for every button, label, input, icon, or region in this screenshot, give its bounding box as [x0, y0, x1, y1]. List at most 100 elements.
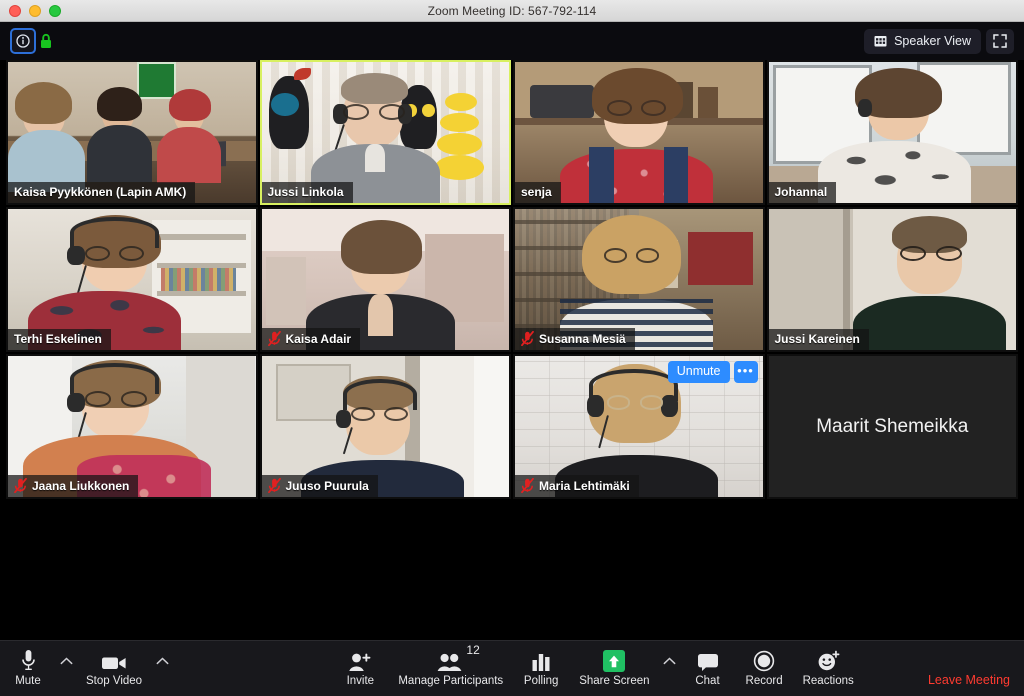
- audio-options-button[interactable]: [56, 641, 76, 696]
- participant-tile[interactable]: Kaisa Adair: [259, 207, 511, 352]
- participant-name-badge: Juuso Puurula: [261, 475, 378, 497]
- grid-view-icon: [874, 35, 887, 46]
- participant-tile[interactable]: Jaana Liukkonen: [6, 354, 258, 499]
- chevron-up-icon: [663, 656, 676, 664]
- participant-name-label: Juuso Puurula: [285, 478, 369, 493]
- speech-bubble-icon: [697, 648, 719, 672]
- muted-microphone-icon: [521, 331, 534, 346]
- fullscreen-button[interactable]: [986, 28, 1014, 54]
- muted-indicator: [521, 331, 534, 346]
- muted-indicator: [521, 478, 534, 493]
- share-options-button[interactable]: [660, 641, 680, 696]
- unmute-participant-button[interactable]: Unmute: [667, 361, 730, 383]
- participant-name-badge: Kaisa Adair: [261, 328, 361, 350]
- reactions-label: Reactions: [802, 675, 854, 688]
- participant-name-badge: Kaisa Pyykkönen (Lapin AMK): [8, 182, 196, 203]
- manage-participants-label: Manage Participants: [398, 675, 504, 688]
- share-screen-label: Share Screen: [579, 675, 650, 688]
- microphone-icon: [20, 648, 37, 672]
- polling-button[interactable]: Polling: [513, 641, 569, 696]
- participant-name-label: Johannal: [774, 185, 828, 199]
- muted-microphone-icon: [14, 478, 27, 493]
- participant-name-label: Maria Lehtimäki: [539, 478, 630, 493]
- participant-tile[interactable]: Maarit Shemeikka: [766, 354, 1018, 499]
- zoom-meeting-window: Zoom Meeting ID: 567-792-114 Speaker Vie…: [0, 0, 1024, 696]
- muted-indicator: [267, 331, 281, 346]
- maximize-window-button[interactable]: [49, 4, 61, 17]
- share-screen-button[interactable]: Share Screen: [569, 641, 659, 696]
- participant-name-badge: Jaana Liukkonen: [8, 475, 139, 497]
- speaker-view-label: Speaker View: [894, 34, 971, 48]
- participant-name-badge: Jussi Kareinen: [768, 329, 869, 350]
- participant-tile[interactable]: Kaisa Pyykkönen (Lapin AMK): [6, 60, 258, 205]
- participant-grid: Kaisa Pyykkönen (Lapin AMK) Jussi Linkol…: [6, 60, 1018, 499]
- video-stage: Kaisa Pyykkönen (Lapin AMK) Jussi Linkol…: [0, 60, 1024, 640]
- bar-chart-icon: [531, 648, 551, 672]
- participant-name-badge: senja: [515, 182, 561, 203]
- participant-name-badge: Terhi Eskelinen: [8, 329, 111, 350]
- participant-tile[interactable]: Johannal: [766, 60, 1018, 205]
- participant-tile[interactable]: Jussi Kareinen: [766, 207, 1018, 352]
- record-button[interactable]: Record: [736, 641, 793, 696]
- smiley-plus-icon: [817, 648, 840, 672]
- mute-button[interactable]: Mute: [0, 641, 56, 696]
- speaker-view-button[interactable]: Speaker View: [864, 28, 981, 54]
- muted-indicator: [14, 478, 27, 493]
- participant-name-label: Jussi Linkola: [267, 185, 344, 199]
- muted-microphone-icon: [521, 478, 534, 493]
- muted-microphone-icon: [267, 478, 281, 493]
- participant-name-label: Kaisa Adair: [285, 331, 352, 346]
- reactions-button[interactable]: Reactions: [793, 641, 864, 696]
- view-controls-group: Speaker View: [864, 28, 1014, 54]
- participant-name-badge: Maria Lehtimäki: [515, 475, 639, 497]
- participant-name-label: Jaana Liukkonen: [32, 478, 130, 493]
- polling-label: Polling: [523, 675, 559, 688]
- participant-tile[interactable]: Juuso Puurula: [259, 354, 511, 499]
- person-plus-icon: [348, 648, 372, 672]
- chat-label: Chat: [695, 675, 720, 688]
- video-camera-icon: [101, 648, 127, 672]
- participant-tile[interactable]: senja: [513, 60, 765, 205]
- participant-tile[interactable]: Terhi Eskelinen: [6, 207, 258, 352]
- video-options-button[interactable]: [152, 641, 172, 696]
- traffic-light-buttons: [0, 4, 61, 17]
- participant-name-label: Susanna Mesiä: [539, 331, 626, 346]
- chevron-up-icon: [60, 656, 72, 664]
- record-circle-icon: [753, 648, 775, 672]
- participant-name-label: Jussi Kareinen: [774, 332, 860, 346]
- participant-tile[interactable]: Jussi Linkola: [259, 60, 511, 205]
- close-window-button[interactable]: [9, 4, 21, 17]
- tile-hover-controls: Unmute •••: [667, 361, 758, 383]
- participant-name-badge: Susanna Mesiä: [515, 328, 635, 350]
- participant-name-label: Kaisa Pyykkönen (Lapin AMK): [14, 185, 187, 199]
- participant-more-options-button[interactable]: •••: [733, 361, 758, 383]
- chat-button[interactable]: Chat: [680, 641, 736, 696]
- meeting-info-group: [10, 28, 53, 54]
- minimize-window-button[interactable]: [29, 4, 41, 17]
- meeting-topbar: Speaker View: [0, 22, 1024, 60]
- participant-name-centered: Maarit Shemeikka: [816, 415, 969, 437]
- invite-button[interactable]: Invite: [332, 641, 388, 696]
- participant-name-badge: Jussi Linkola: [261, 182, 353, 203]
- participant-name-badge: Johannal: [768, 182, 837, 203]
- video-off-placeholder: Maarit Shemeikka: [768, 356, 1016, 497]
- encryption-lock-icon: [39, 33, 53, 50]
- stop-video-button[interactable]: Stop Video: [76, 641, 152, 696]
- meeting-toolbar: Mute Stop Video Invite 12 Manage Partici…: [0, 640, 1024, 696]
- muted-microphone-icon: [267, 331, 281, 346]
- record-label: Record: [745, 675, 783, 688]
- mute-label: Mute: [15, 675, 41, 688]
- participant-name-label: senja: [521, 185, 552, 199]
- leave-meeting-button[interactable]: Leave Meeting: [928, 673, 1010, 687]
- meeting-info-button[interactable]: [10, 28, 36, 54]
- participant-tile[interactable]: Susanna Mesiä: [513, 207, 765, 352]
- participant-name-label: Terhi Eskelinen: [14, 332, 102, 346]
- chevron-up-icon: [156, 656, 169, 664]
- enter-fullscreen-icon: [993, 34, 1007, 48]
- manage-participants-button[interactable]: 12 Manage Participants: [388, 641, 513, 696]
- participant-tile[interactable]: Maria Lehtimäki Unmute •••: [513, 354, 765, 499]
- window-titlebar: Zoom Meeting ID: 567-792-114: [0, 0, 1024, 22]
- people-icon: 12: [437, 644, 480, 672]
- invite-label: Invite: [346, 675, 375, 688]
- share-arrow-up-icon: [603, 648, 626, 673]
